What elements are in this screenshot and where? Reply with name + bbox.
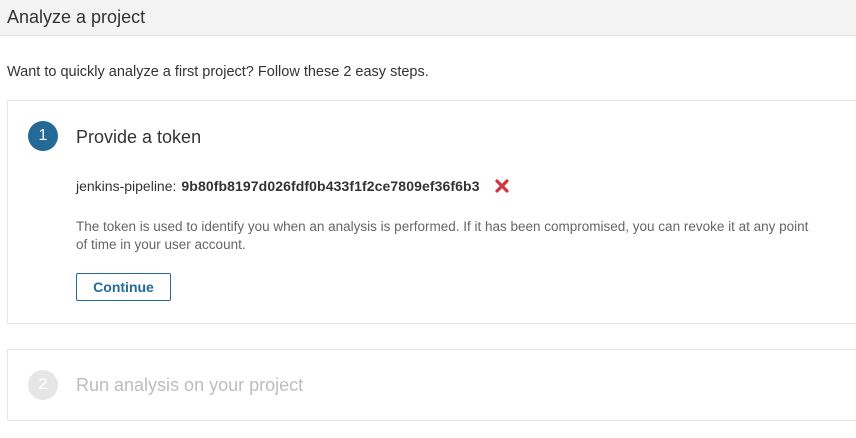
revoke-token-icon-graphic bbox=[494, 179, 509, 193]
token-row: jenkins-pipeline: 9b80fb8197d026fdf0b433… bbox=[76, 178, 510, 194]
step-1-title: Provide a token bbox=[76, 127, 202, 147]
step-2-title: Run analysis on your project bbox=[76, 375, 304, 395]
close-icon[interactable] bbox=[494, 178, 510, 194]
step-2-number: 2 bbox=[28, 370, 58, 400]
continue-button[interactable]: Continue bbox=[76, 273, 171, 301]
token-value: 9b80fb8197d026fdf0b433f1f2ce7809ef36f6b3 bbox=[181, 178, 480, 194]
step-2-card: 2 Run analysis on your project bbox=[7, 349, 856, 421]
page: Analyze a project Want to quickly analyz… bbox=[0, 0, 856, 438]
token-help-text: The token is used to identify you when a… bbox=[76, 219, 809, 252]
step-1-card: 1 Provide a token jenkins-pipeline: 9b80… bbox=[7, 100, 856, 324]
step-1-number: 1 bbox=[28, 121, 58, 151]
intro-text: Want to quickly analyze a first project?… bbox=[7, 64, 429, 80]
token-name: jenkins-pipeline: bbox=[76, 178, 177, 194]
page-title: Analyze a project bbox=[7, 7, 146, 27]
page-header: Analyze a project bbox=[0, 0, 856, 36]
